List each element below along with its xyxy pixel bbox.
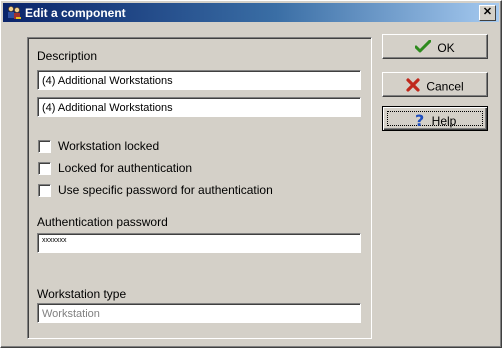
checkbox-label: Locked for authentication (58, 161, 193, 175)
close-button[interactable]: ✕ (479, 5, 496, 21)
checkbox-box[interactable] (38, 162, 51, 175)
checkmark-icon (414, 39, 432, 56)
checkbox-label: Workstation locked (58, 139, 160, 153)
ok-button[interactable]: OK (382, 34, 488, 59)
auth-password-label: Authentication password (37, 215, 168, 229)
window-title: Edit a component (25, 6, 126, 20)
description-field-1[interactable]: (4) Additional Workstations (37, 70, 361, 90)
description-field-2[interactable]: (4) Additional Workstations (37, 97, 361, 117)
x-mark-icon (406, 78, 420, 95)
checkbox-box[interactable] (38, 184, 51, 197)
description-label: Description (37, 49, 98, 63)
checkbox-label: Use specific password for authentication (58, 183, 273, 197)
svg-text:?: ? (415, 112, 424, 127)
help-button[interactable]: ? Help (382, 106, 488, 131)
close-icon: ✕ (482, 6, 493, 18)
users-key-icon (6, 5, 22, 21)
help-label: Help (431, 114, 457, 128)
cancel-label: Cancel (426, 79, 464, 94)
auth-password-field[interactable]: xxxxxxx (37, 233, 361, 253)
checkbox-box[interactable] (38, 140, 51, 153)
ok-label: OK (437, 41, 455, 55)
question-mark-icon: ? (414, 111, 426, 130)
workstation-type-label: Workstation type (37, 287, 127, 301)
title-bar[interactable]: Edit a component ✕ (3, 3, 499, 22)
workstation-type-field[interactable]: Workstation (37, 303, 361, 323)
cancel-button[interactable]: Cancel (382, 72, 488, 97)
